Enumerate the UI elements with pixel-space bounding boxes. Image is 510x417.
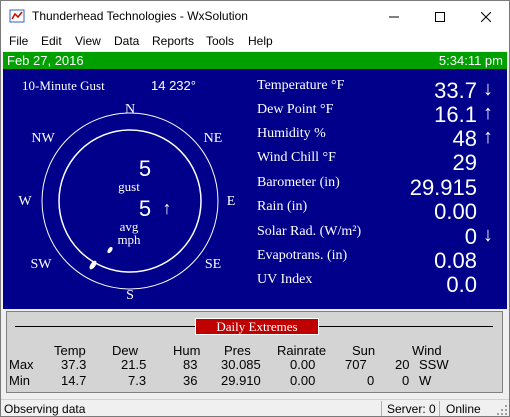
extremes-header-pres: Pres: [224, 343, 251, 358]
status-text: Observing data: [4, 402, 86, 416]
extremes-header-wind: Wind: [412, 343, 442, 358]
menu-help[interactable]: Help: [248, 34, 273, 48]
weather-panel: 10-Minute Gust 14 232° N NE E SE S SW W …: [3, 69, 507, 309]
wind-chill-label: Wind Chill °F: [257, 150, 336, 165]
solar-radiation-trend-icon: ↓: [483, 224, 493, 246]
extremes-max-sun: 707: [345, 357, 367, 372]
solar-radiation-value: 0: [464, 224, 477, 249]
solar-radiation-label: Solar Rad. (W/m²): [257, 224, 362, 239]
current-date: Feb 27, 2016: [7, 53, 84, 68]
evapotranspiration-value: 0.08: [434, 248, 477, 273]
connection-status: Online: [446, 402, 481, 416]
extremes-header-sun: Sun: [352, 343, 376, 358]
date-time-bar: Feb 27, 2016 5:34:11 pm: [3, 52, 507, 69]
wind-chill-value: 29: [452, 150, 477, 175]
minimize-icon: [389, 16, 399, 17]
extremes-max-hum: 83: [183, 357, 198, 372]
uv-index-label: UV Index: [257, 272, 313, 287]
close-icon: [481, 11, 491, 22]
extremes-min-label: Min: [9, 373, 30, 388]
current-time: 5:34:11 pm: [438, 53, 503, 68]
compass-dir-n: N: [125, 102, 135, 117]
barometer-label: Barometer (in): [257, 175, 340, 190]
humidity-trend-icon: ↑: [483, 126, 493, 148]
wind-compass: N NE E SE S SW W NW 5 gust 5 ↑ avg mph: [18, 102, 236, 303]
barometer-value: 29.915: [409, 175, 477, 200]
compass-outer-ring: [41, 112, 219, 290]
maximize-icon: [435, 11, 445, 22]
dew-point-label: Dew Point °F: [257, 102, 334, 117]
extremes-max-wind-direction: SSW: [419, 357, 449, 372]
temperature-label: Temperature °F: [257, 78, 345, 93]
extremes-min-wind-speed: 0: [402, 373, 410, 388]
status-separator: [439, 401, 440, 416]
close-button[interactable]: [463, 1, 509, 32]
menu-data[interactable]: Data: [114, 34, 139, 48]
title-bar[interactable]: Thunderhead Technologies - WxSolution: [1, 1, 509, 32]
uv-index-value: 0.0: [446, 272, 477, 297]
compass-dir-nw: NW: [31, 131, 55, 146]
menu-file[interactable]: File: [9, 34, 28, 48]
extremes-max-temp: 37.3: [61, 357, 87, 372]
avg-direction-marker: [107, 246, 113, 254]
gust-label: gust: [118, 179, 140, 194]
gust-value: 5: [139, 156, 151, 181]
humidity-label: Humidity %: [257, 126, 326, 141]
extremes-title: Daily Extremes: [195, 318, 319, 335]
menu-reports[interactable]: Reports: [152, 34, 194, 48]
resize-grip-icon[interactable]: [497, 405, 508, 416]
daily-extremes-panel: Daily Extremes Temp Dew Hum Pres Rainrat…: [6, 311, 503, 393]
extremes-min-hum: 36: [183, 373, 198, 388]
compass-inner-ring: [58, 129, 202, 273]
menu-view[interactable]: View: [75, 34, 101, 48]
rain-label: Rain (in): [257, 199, 308, 214]
menu-bar: File Edit View Data Reports Tools Help: [1, 32, 509, 51]
compass-dir-e: E: [227, 194, 236, 209]
extremes-min-temp: 14.7: [61, 373, 87, 388]
rain-value: 0.00: [434, 199, 477, 224]
menu-edit[interactable]: Edit: [41, 34, 62, 48]
extremes-header-hum: Hum: [173, 343, 201, 358]
extremes-header-temp: Temp: [54, 343, 86, 358]
avg-value: 5: [139, 196, 151, 221]
server-status: Server: 0: [387, 402, 436, 416]
compass-dir-se: SE: [205, 257, 221, 272]
temperature-value: 33.7: [434, 78, 477, 103]
compass-dir-sw: SW: [31, 257, 53, 272]
compass-dir-s: S: [126, 288, 134, 303]
app-icon: [9, 9, 25, 23]
dew-point-trend-icon: ↑: [483, 102, 493, 124]
mph-label: mph: [117, 232, 141, 247]
extremes-max-wind-speed: 20: [395, 357, 410, 372]
app-window: Thunderhead Technologies - WxSolution Fi…: [0, 0, 510, 417]
window-title: Thunderhead Technologies - WxSolution: [32, 9, 248, 23]
status-separator: [381, 401, 382, 416]
extremes-min-wind-direction: W: [419, 373, 432, 388]
compass-dir-ne: NE: [204, 131, 223, 146]
extremes-min-rainrate: 0.00: [290, 373, 316, 388]
humidity-value: 48: [452, 126, 477, 151]
dew-point-value: 16.1: [434, 102, 477, 127]
extremes-min-sun: 0: [367, 373, 375, 388]
extremes-max-label: Max: [9, 357, 34, 372]
extremes-min-dew: 7.3: [128, 373, 147, 388]
temperature-trend-icon: ↓: [483, 78, 493, 100]
minimize-button[interactable]: [371, 1, 417, 32]
avg-arrow-icon: ↑: [163, 198, 172, 218]
extremes-max-pres: 30.085: [221, 357, 261, 372]
extremes-min-pres: 29.910: [221, 373, 261, 388]
extremes-header-dew: Dew: [112, 343, 139, 358]
evapotranspiration-label: Evapotrans. (in): [257, 248, 348, 263]
extremes-header-rainrate: Rainrate: [277, 343, 327, 358]
compass-dir-w: W: [18, 194, 32, 209]
status-bar: Observing data Server: 0 Online: [1, 399, 509, 416]
menu-tools[interactable]: Tools: [206, 34, 234, 48]
maximize-button[interactable]: [417, 1, 463, 32]
extremes-max-rainrate: 0.00: [290, 357, 316, 372]
extremes-max-dew: 21.5: [121, 357, 147, 372]
